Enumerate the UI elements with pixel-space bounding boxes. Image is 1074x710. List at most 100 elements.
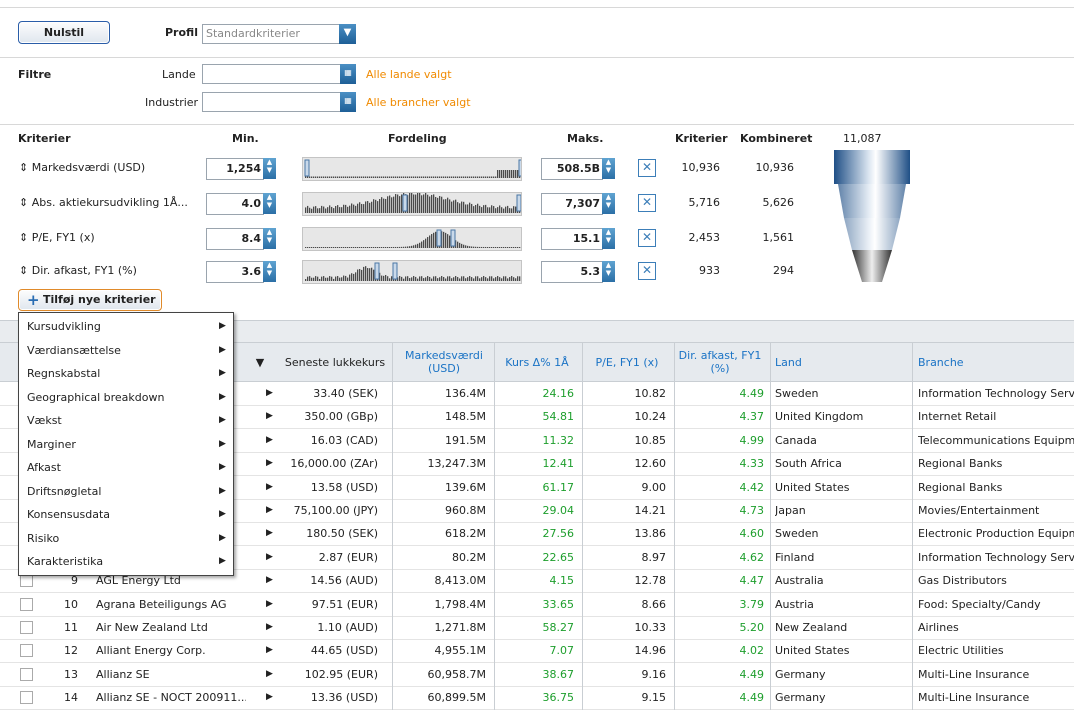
- min-stepper-icon[interactable]: ▲ ▼: [263, 261, 276, 282]
- menu-item[interactable]: Kursudvikling ▶: [19, 315, 233, 338]
- criterion-min-input[interactable]: 3.6: [206, 261, 264, 283]
- criterion-row: ⇕ P/E, FY1 (x): [19, 231, 95, 244]
- menu-item[interactable]: Risiko ▶: [19, 527, 233, 550]
- remove-criterion-icon[interactable]: ✕: [638, 229, 656, 247]
- expand-row-icon[interactable]: ▶: [266, 569, 276, 592]
- distribution-histogram[interactable]: [302, 192, 522, 216]
- min-header: Min.: [232, 132, 259, 145]
- row-country: Germany: [775, 691, 826, 705]
- menu-item[interactable]: Afkast ▶: [19, 456, 233, 479]
- expand-row-icon[interactable]: ▶: [266, 686, 276, 709]
- row-checkbox[interactable]: [20, 574, 33, 588]
- menu-item[interactable]: Regnskabstal ▶: [19, 362, 233, 385]
- reorder-icon[interactable]: ⇕: [19, 196, 28, 209]
- max-stepper-icon[interactable]: ▲ ▼: [602, 261, 615, 282]
- max-stepper-icon[interactable]: ▲ ▼: [602, 158, 615, 179]
- col-close-header[interactable]: Seneste lukkekurs: [280, 343, 390, 381]
- menu-item[interactable]: Vækst ▶: [19, 409, 233, 432]
- remove-criterion-icon[interactable]: ✕: [638, 262, 656, 280]
- row-country: New Zealand: [775, 621, 848, 634]
- expand-row-icon[interactable]: ▶: [266, 639, 276, 662]
- criterion-max-input[interactable]: 5.3: [541, 261, 603, 283]
- row-mcap: 4,955.1M: [434, 644, 486, 658]
- submenu-arrow-icon: ▶: [219, 485, 226, 496]
- row-yield: 4.62: [739, 550, 765, 564]
- expand-row-icon[interactable]: ▶: [266, 382, 276, 405]
- row-pe: 10.33: [634, 621, 667, 634]
- distribution-header: Fordeling: [388, 132, 447, 145]
- row-close: 102.95 (EUR): [304, 667, 378, 681]
- reorder-icon[interactable]: ⇕: [19, 231, 28, 244]
- row-company-name[interactable]: Agrana Beteiligungs AG: [96, 593, 246, 616]
- row-company-name[interactable]: Alliant Energy Corp.: [96, 639, 246, 662]
- row-company-name[interactable]: Allianz SE - NOCT 200911...: [96, 686, 246, 709]
- row-country: Sweden: [775, 527, 819, 541]
- row-country: Germany: [775, 667, 826, 681]
- industries-input[interactable]: [202, 92, 342, 112]
- max-stepper-icon[interactable]: ▲ ▼: [602, 228, 615, 249]
- row-company-name[interactable]: Allianz SE: [96, 663, 246, 686]
- row-checkbox[interactable]: [20, 597, 33, 611]
- criterion-min-input[interactable]: 4.0: [206, 193, 264, 215]
- expand-row-icon[interactable]: ▶: [266, 499, 276, 522]
- expand-row-icon[interactable]: ▶: [266, 616, 276, 639]
- menu-item[interactable]: Konsensusdata ▶: [19, 503, 233, 526]
- col-pe-header[interactable]: P/E, FY1 (x): [582, 343, 672, 381]
- min-stepper-icon[interactable]: ▲ ▼: [263, 228, 276, 249]
- reorder-icon[interactable]: ⇕: [19, 264, 28, 277]
- col-industry-header[interactable]: Branche: [918, 343, 1068, 381]
- expand-row-icon[interactable]: ▶: [266, 476, 276, 499]
- col-country-header[interactable]: Land: [775, 343, 895, 381]
- col-change-header[interactable]: Kurs Δ% 1Å: [494, 343, 580, 381]
- row-company-name[interactable]: Air New Zealand Ltd: [96, 616, 246, 639]
- reorder-icon[interactable]: ⇕: [19, 161, 28, 174]
- submenu-arrow-icon: ▶: [219, 321, 226, 331]
- max-stepper-icon[interactable]: ▲ ▼: [602, 193, 615, 214]
- expand-row-icon[interactable]: ▶: [266, 522, 276, 545]
- row-checkbox[interactable]: [20, 667, 33, 681]
- remove-criterion-icon[interactable]: ✕: [638, 194, 656, 212]
- row-mcap: 139.6M: [445, 480, 486, 494]
- expand-row-icon[interactable]: ▶: [266, 593, 276, 616]
- add-criteria-button[interactable]: + Tilføj nye kriterier: [18, 289, 162, 311]
- remove-criterion-icon[interactable]: ✕: [638, 159, 656, 177]
- row-checkbox[interactable]: [20, 621, 33, 634]
- row-checkbox[interactable]: [20, 644, 33, 658]
- expand-row-icon[interactable]: ▶: [266, 546, 276, 569]
- expand-row-icon[interactable]: ▶: [266, 663, 276, 686]
- criterion-min-input[interactable]: 1,254: [206, 158, 264, 180]
- criterion-max-input[interactable]: 508.5B: [541, 158, 603, 180]
- criterion-min-input[interactable]: 8.4: [206, 228, 264, 250]
- menu-item[interactable]: Værdiansættelse ▶: [19, 339, 233, 362]
- row-pe: 12.78: [634, 574, 667, 588]
- filters-divider: [0, 57, 1074, 58]
- expand-row-icon[interactable]: ▶: [266, 405, 276, 428]
- menu-item[interactable]: Karakteristika ▶: [19, 550, 233, 573]
- criterion-max-input[interactable]: 15.1: [541, 228, 603, 250]
- grid-picker-icon[interactable]: ▦: [340, 92, 356, 112]
- countries-input[interactable]: [202, 64, 342, 84]
- reset-button[interactable]: Nulstil: [18, 21, 110, 44]
- col-yield-header[interactable]: Dir. afkast, FY1 (%): [674, 343, 766, 381]
- grid-picker-icon[interactable]: ▦: [340, 64, 356, 84]
- profile-select[interactable]: Standardkriterier: [202, 24, 340, 44]
- min-stepper-icon[interactable]: ▲ ▼: [263, 193, 276, 214]
- menu-item-label: Risiko: [27, 531, 60, 545]
- menu-item[interactable]: Driftsnøgletal ▶: [19, 480, 233, 503]
- distribution-histogram[interactable]: [302, 260, 522, 284]
- criterion-combined: 5,626: [762, 196, 795, 209]
- row-country: Austria: [775, 597, 814, 611]
- menu-item[interactable]: Geographical breakdown ▶: [19, 386, 233, 409]
- distribution-histogram[interactable]: [302, 227, 522, 251]
- expand-row-icon[interactable]: ▶: [266, 452, 276, 475]
- row-mcap: 8,413.0M: [434, 574, 486, 588]
- expand-row-icon[interactable]: ▶: [266, 429, 276, 452]
- sort-down-icon[interactable]: ▼: [240, 343, 280, 381]
- menu-item[interactable]: Marginer ▶: [19, 433, 233, 456]
- chevron-down-icon[interactable]: ▼: [339, 24, 356, 44]
- distribution-histogram[interactable]: [302, 157, 522, 181]
- col-mcap-header[interactable]: Markedsværdi (USD): [396, 343, 492, 381]
- criterion-max-input[interactable]: 7,307: [541, 193, 603, 215]
- min-stepper-icon[interactable]: ▲ ▼: [263, 158, 276, 179]
- row-checkbox[interactable]: [20, 691, 33, 705]
